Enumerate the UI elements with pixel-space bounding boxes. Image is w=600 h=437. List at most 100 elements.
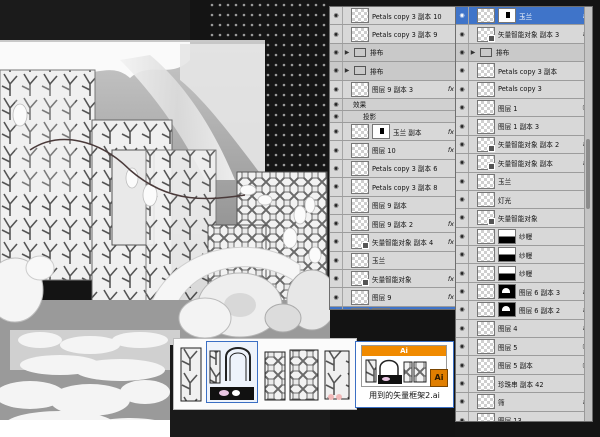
layer-name[interactable]: 图层 9 副本 2 (372, 219, 448, 229)
layer-thumbnail[interactable] (477, 63, 495, 79)
layer-thumbnail[interactable] (477, 284, 495, 300)
layer-mask-thumbnail[interactable] (498, 247, 516, 263)
layer-row[interactable]: ◉ 图层 1 副本 3 (456, 117, 592, 136)
layer-row[interactable]: ◉ 矢量智能对象 fx (330, 270, 457, 289)
layer-row[interactable]: ◉ 矢量智能对象 (456, 209, 592, 228)
layer-group-row[interactable]: ◉ ▶ 排布 (330, 62, 457, 81)
visibility-eye-icon[interactable]: ◉ (456, 117, 469, 135)
layer-mask-thumbnail[interactable] (372, 124, 390, 140)
layer-name[interactable]: 投影 (363, 111, 457, 121)
layer-effect-row[interactable]: ◉ 投影 (330, 110, 457, 123)
layer-name[interactable]: 排布 (370, 47, 457, 57)
layer-mask-thumbnail[interactable] (498, 265, 516, 281)
visibility-eye-icon[interactable]: ◉ (330, 110, 343, 122)
layer-row[interactable]: ◉图层 4fx (456, 319, 592, 339)
layer-name[interactable]: 珍珠串 副本 42 (498, 379, 592, 389)
visibility-eye-icon[interactable]: ◉ (456, 43, 469, 62)
smart-object-thumbnail[interactable] (477, 210, 495, 226)
layer-mask-thumbnail[interactable] (372, 308, 390, 309)
layer-name[interactable]: Petals copy 3 副本 9 (372, 29, 457, 39)
layer-thumbnail[interactable] (477, 339, 495, 355)
layer-thumbnail[interactable] (351, 197, 369, 213)
layer-name[interactable]: 排布 (496, 47, 592, 57)
layer-name[interactable]: 效果 (353, 99, 457, 109)
frame-thumbnail[interactable] (289, 347, 319, 402)
layer-row[interactable]: ◉ Petals copy 3 副本 9 (330, 25, 457, 44)
layer-thumbnail[interactable] (477, 173, 495, 189)
layer-name[interactable]: Petals copy 3 副本 10 (372, 11, 457, 21)
layer-name[interactable]: 图层 9 (372, 292, 448, 302)
smart-object-thumbnail[interactable] (477, 26, 495, 42)
layer-thumbnail[interactable] (477, 320, 495, 336)
layer-name[interactable]: 纱幔 (519, 250, 592, 260)
layer-row[interactable]: ◉ Petals copy 3 副本 8 (330, 178, 457, 197)
visibility-eye-icon[interactable]: ◉ (456, 154, 469, 172)
layer-name[interactable]: Petals copy 3 (498, 85, 592, 93)
layer-name[interactable]: Petals copy 3 副本 (498, 66, 592, 76)
layer-row[interactable]: ◉ 图层 9 副本 3 fx (330, 80, 457, 99)
layer-effects-icon[interactable]: fx (448, 275, 454, 283)
visibility-eye-icon[interactable]: ◉ (330, 214, 343, 233)
layer-row[interactable]: ◉矢量智能对象 副本 3fx (456, 25, 592, 44)
layer-name[interactable]: 图层 6 副本 3 (519, 287, 583, 297)
layer-name[interactable]: 图层 13 (498, 415, 592, 421)
layer-effects-icon[interactable]: fx (448, 220, 454, 228)
visibility-eye-icon[interactable]: ◉ (456, 301, 469, 319)
layer-name[interactable]: 玉兰 (498, 176, 592, 186)
layer-thumbnail[interactable] (351, 160, 369, 176)
visibility-eye-icon[interactable]: ◉ (330, 159, 343, 178)
visibility-eye-icon[interactable]: ◉ (330, 7, 343, 25)
layer-row[interactable]: ◉ 灯光 (456, 190, 592, 210)
layer-thumbnail[interactable] (477, 394, 495, 410)
layer-name[interactable]: 图层 5 副本 (498, 360, 582, 370)
visibility-eye-icon[interactable]: ◉ (330, 25, 343, 43)
ai-file-item[interactable]: Ai Ai 用到的矢量框架2.ai (355, 341, 454, 408)
layer-row[interactable]: ◉ 图层 10 fx (330, 141, 457, 160)
visibility-eye-icon[interactable]: ◉ (456, 62, 469, 80)
visibility-eye-icon[interactable]: ◉ (456, 246, 469, 264)
layer-row[interactable]: ◉ 图层 13 (456, 411, 592, 421)
visibility-eye-icon[interactable]: ◉ (330, 196, 343, 214)
layer-thumbnail[interactable] (477, 302, 495, 318)
scrollbar-thumb[interactable] (586, 139, 590, 209)
layer-row[interactable]: ◉图层 5 副本▢ (456, 356, 592, 375)
ai-file-name[interactable]: 用到的矢量框架2.ai (356, 390, 453, 401)
layer-thumbnail[interactable] (351, 81, 369, 97)
layer-name[interactable]: 灯光 (498, 195, 592, 205)
layer-thumbnail[interactable] (477, 192, 495, 208)
layer-name[interactable]: 矢量智能对象 副本 4 (372, 237, 448, 247)
layer-name[interactable]: 图层 5 (498, 342, 582, 352)
layer-thumbnail[interactable] (351, 142, 369, 158)
layer-name[interactable]: 玉兰 (519, 11, 583, 21)
smart-object-thumbnail[interactable] (351, 234, 369, 250)
layer-name[interactable]: Petals copy 3 副本 8 (372, 182, 457, 192)
layer-row[interactable]: ◉ 玉兰 (330, 251, 457, 271)
layer-row[interactable]: ◉ Petals copy 3 (456, 80, 592, 99)
layer-name[interactable]: 玉兰 副本 (393, 127, 448, 137)
visibility-eye-icon[interactable]: ◉ (330, 98, 343, 110)
visibility-eye-icon[interactable]: ◉ (456, 172, 469, 190)
visibility-eye-icon[interactable]: ◉ (330, 251, 343, 270)
layer-effects-icon[interactable]: fx (448, 146, 454, 154)
layer-name[interactable]: 图层 10 (372, 145, 448, 155)
layer-row[interactable]: ◉ Petals copy 3 副本 (456, 62, 592, 81)
layer-name[interactable]: 图层 4 (498, 323, 583, 333)
layer-row[interactable]: ◉玉兰fx (330, 306, 457, 309)
layer-mask-thumbnail[interactable] (498, 8, 516, 24)
layer-row[interactable]: ◉ 纱幔 (456, 246, 592, 265)
visibility-eye-icon[interactable]: ◉ (330, 43, 343, 62)
layer-name[interactable]: 图层 6 副本 2 (519, 305, 583, 315)
layer-row[interactable]: ◉矢量智能对象 副本 2fx (456, 135, 592, 155)
layer-mask-thumbnail[interactable] (498, 284, 516, 300)
visibility-eye-icon[interactable]: ◉ (456, 282, 469, 301)
layers-panel-right[interactable]: ◉玉兰fx◉矢量智能对象 副本 3fx◉▶排布◉Petals copy 3 副本… (455, 6, 593, 422)
visibility-eye-icon[interactable]: ◉ (330, 233, 343, 251)
layer-row[interactable]: ◉玉兰fx (456, 7, 592, 26)
layer-thumbnail[interactable] (477, 412, 495, 421)
frame-thumbnail-selected[interactable] (206, 341, 258, 403)
visibility-eye-icon[interactable]: ◉ (456, 393, 469, 411)
layer-group-row[interactable]: ◉ ▶ 排布 (330, 43, 457, 63)
layer-row[interactable]: ◉ 图层 9 fx (330, 288, 457, 307)
layer-row[interactable]: ◉ Petals copy 3 副本 10 (330, 7, 457, 26)
visibility-eye-icon[interactable]: ◉ (456, 227, 469, 246)
